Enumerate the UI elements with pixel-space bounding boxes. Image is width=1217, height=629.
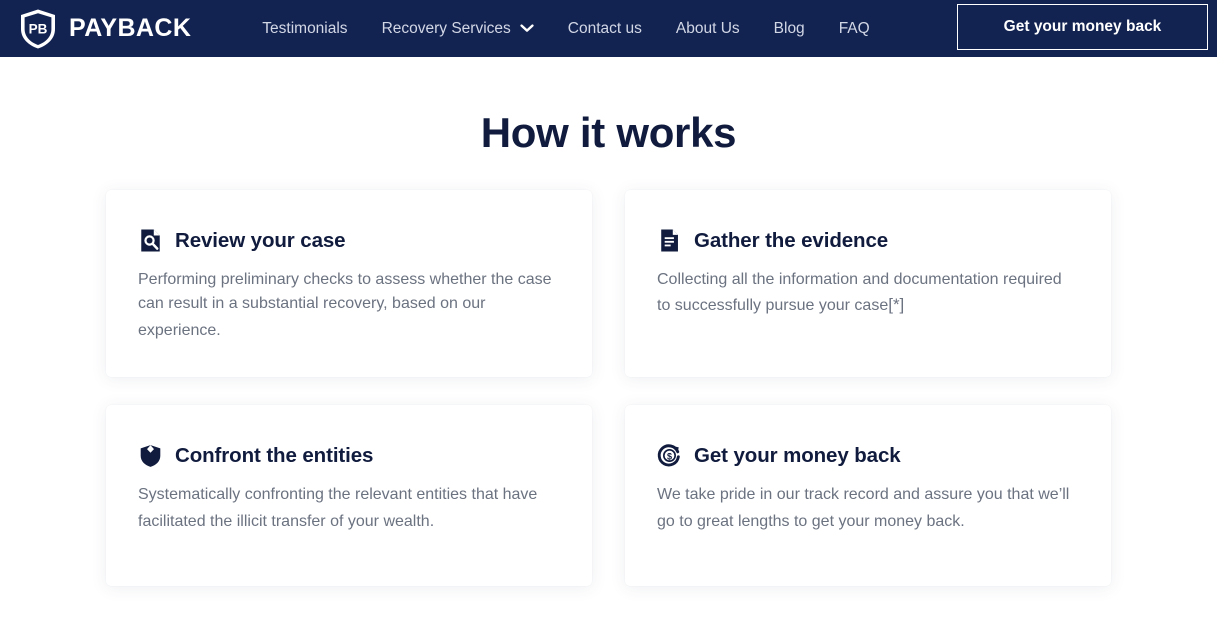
navbar: PB PAYBACK Testimonials Recovery Service…	[0, 0, 1217, 57]
card-text: Collecting all the information and docum…	[657, 268, 1079, 319]
card-header: Gather the evidence	[657, 228, 1079, 253]
nav-item-blog[interactable]: Blog	[757, 20, 822, 38]
nav-item-about-us[interactable]: About Us	[659, 20, 757, 38]
nav-item-contact-us[interactable]: Contact us	[551, 20, 659, 38]
document-lines-icon	[657, 228, 682, 253]
get-your-money-back-button[interactable]: Get your money back	[957, 4, 1208, 50]
card-gather-the-evidence[interactable]: Gather the evidence Collecting all the i…	[625, 190, 1111, 378]
nav-item-recovery-services[interactable]: Recovery Services	[365, 20, 551, 38]
card-body: Collecting all the information and docum…	[657, 271, 1062, 315]
card-header: $ Get your money back	[657, 443, 1079, 468]
brand-name: PAYBACK	[69, 14, 192, 42]
brand-logo[interactable]: PB PAYBACK	[18, 8, 191, 50]
card-header: Confront the entities	[138, 443, 560, 468]
card-title: Review your case	[175, 228, 346, 252]
card-text: We take pride in our track record and as…	[657, 483, 1079, 534]
nav-item-faq[interactable]: FAQ	[822, 20, 887, 38]
nav-item-label: Recovery Services	[381, 19, 511, 37]
card-get-your-money-back[interactable]: $ Get your money back We take pride in o…	[625, 405, 1111, 587]
svg-text:$: $	[667, 452, 672, 462]
card-header: Review your case	[138, 228, 560, 253]
nav-item-label: About Us	[675, 19, 740, 37]
card-text: Systematically confronting the relevant …	[138, 483, 560, 534]
card-title: Get your money back	[694, 443, 901, 467]
card-note: [*]	[888, 295, 905, 315]
nav-item-label: FAQ	[838, 19, 870, 37]
how-it-works-cards: Review your case Performing preliminary …	[106, 190, 1111, 587]
shield-icon	[138, 443, 163, 468]
nav-item-label: Blog	[773, 19, 805, 37]
card-body: We take pride in our track record and as…	[657, 486, 1070, 530]
chevron-down-icon	[520, 24, 534, 33]
dollar-refresh-icon: $	[657, 443, 682, 468]
shield-logo-icon: PB	[18, 8, 58, 50]
svg-text:PB: PB	[29, 21, 48, 36]
nav-links: Testimonials Recovery Services Contact u…	[245, 20, 886, 38]
card-title: Gather the evidence	[694, 228, 889, 252]
document-search-icon	[138, 228, 163, 253]
nav-item-testimonials[interactable]: Testimonials	[245, 20, 364, 38]
card-review-your-case[interactable]: Review your case Performing preliminary …	[106, 190, 592, 378]
main-content: How it works Review your case Performing…	[0, 109, 1217, 587]
card-text: Performing preliminary checks to assess …	[138, 268, 560, 343]
card-confront-the-entities[interactable]: Confront the entities Systematically con…	[106, 405, 592, 587]
card-title: Confront the entities	[175, 443, 374, 467]
nav-item-label: Contact us	[567, 19, 642, 37]
card-body: Systematically confronting the relevant …	[138, 486, 538, 530]
nav-item-label: Testimonials	[262, 19, 348, 37]
page-title: How it works	[480, 109, 737, 156]
card-body: Performing preliminary checks to assess …	[138, 271, 552, 339]
